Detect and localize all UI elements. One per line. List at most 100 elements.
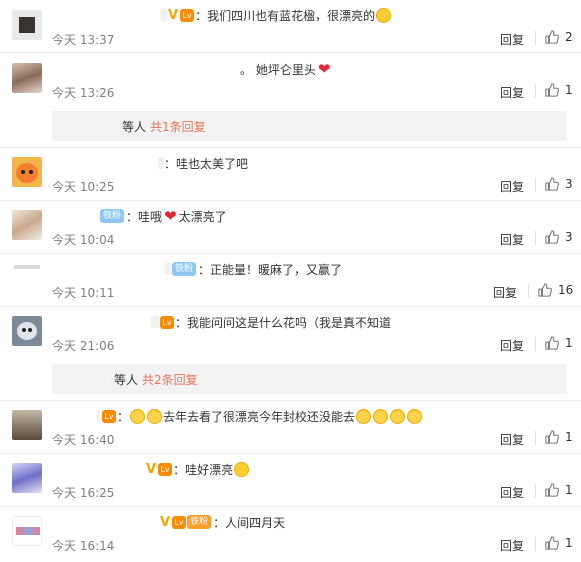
like-count: 1 <box>565 83 573 97</box>
comment-time: 今天 10:04 <box>52 233 115 247</box>
divider <box>535 231 536 245</box>
level-badge-icon: Lv <box>180 8 195 22</box>
thumbs-up-icon <box>545 483 559 497</box>
view-replies-link[interactable]: 共2条回复 <box>142 371 198 388</box>
reply-button[interactable]: 回复 <box>493 284 517 301</box>
reply-button[interactable]: 回复 <box>500 431 524 448</box>
divider <box>535 178 536 192</box>
v-badge-icon: V <box>160 514 171 530</box>
divider <box>535 484 536 498</box>
fan-badge: 铁粉 <box>172 262 197 276</box>
subreply-bar[interactable]: 等人 共1条回复 <box>52 111 567 141</box>
thumbs-up-icon <box>538 283 552 297</box>
comment-time: 今天 21:06 <box>52 339 115 353</box>
like-count: 16 <box>558 283 574 297</box>
thumbs-up-icon <box>545 177 559 191</box>
emoji-icon <box>407 408 423 424</box>
subreply-prefix: 等人 <box>122 119 147 134</box>
thumbs-up-icon <box>545 536 559 550</box>
divider <box>535 31 536 45</box>
v-badge-icon: V <box>146 461 157 477</box>
level-badge-icon: Lv <box>172 515 187 529</box>
reply-button[interactable]: 回复 <box>500 31 524 48</box>
reply-button[interactable]: 回复 <box>500 178 524 195</box>
divider <box>528 284 529 298</box>
username[interactable] <box>160 9 168 21</box>
subreply-bar[interactable]: 等人 共2条回复 <box>52 364 567 394</box>
like-button[interactable]: 16 <box>538 283 573 297</box>
fan-badge: 铁粉 <box>100 209 125 223</box>
divider <box>0 306 581 307</box>
thumbs-up-icon <box>545 30 559 44</box>
comment-text: ：哇好漂亮 <box>173 462 234 477</box>
like-count: 1 <box>565 430 573 444</box>
heart-icon: ❤ <box>317 60 331 78</box>
divider <box>0 506 581 507</box>
thumbs-up-icon <box>545 230 559 244</box>
comment-time: 今天 13:37 <box>52 33 115 47</box>
reply-button[interactable]: 回复 <box>500 484 524 501</box>
comment-text: ：我能问问这是什么花吗（我是真不知道 <box>175 315 392 330</box>
reply-button[interactable]: 回复 <box>500 537 524 554</box>
comment-text-2: 去年去看了很漂亮今年封校还没能去 <box>163 409 356 424</box>
reply-button[interactable]: 回复 <box>500 337 524 354</box>
reply-button[interactable]: 回复 <box>500 84 524 101</box>
comment-text-2: 太漂亮了 <box>178 209 227 224</box>
reply-button[interactable]: 回复 <box>500 231 524 248</box>
emoji-icon <box>147 408 163 424</box>
comment-text: ：人间四月天 <box>213 515 286 530</box>
like-button[interactable]: 1 <box>545 483 573 497</box>
divider <box>0 200 581 201</box>
like-count: 3 <box>565 230 573 244</box>
like-count: 1 <box>565 536 573 550</box>
divider <box>535 431 536 445</box>
emoji-icon <box>376 7 392 23</box>
comment-time: 今天 10:11 <box>52 286 115 300</box>
level-badge-icon: Lv <box>102 409 116 423</box>
like-button[interactable]: 3 <box>545 230 573 244</box>
like-count: 1 <box>565 483 573 497</box>
emoji-icon <box>373 408 389 424</box>
comment-time: 今天 16:14 <box>52 539 115 553</box>
divider <box>535 84 536 98</box>
divider <box>0 400 581 401</box>
divider <box>0 453 581 454</box>
like-button[interactable]: 3 <box>545 177 573 191</box>
comment-text: 。 她坪仑里头 <box>240 62 316 77</box>
emoji-icon <box>234 461 250 477</box>
divider <box>0 253 581 254</box>
divider <box>0 147 581 148</box>
like-button[interactable]: 1 <box>545 536 573 550</box>
thumbs-up-icon <box>545 430 559 444</box>
thumbs-up-icon <box>545 336 559 350</box>
comment-time: 今天 16:40 <box>52 433 115 447</box>
view-replies-link[interactable]: 共1条回复 <box>150 118 206 135</box>
thumbs-up-icon <box>545 83 559 97</box>
level-badge-icon: Lv <box>158 462 173 476</box>
like-count: 1 <box>565 336 573 350</box>
comment-text: ：正能量！暖麻了，又赢了 <box>198 262 343 277</box>
heart-icon: ❤ <box>164 207 177 225</box>
username[interactable] <box>150 316 160 328</box>
emoji-icon <box>130 408 146 424</box>
comment-time: 今天 10:25 <box>52 180 115 194</box>
comment-time: 今天 13:26 <box>52 86 115 100</box>
fan-badge: 铁粉 <box>187 515 212 529</box>
comment-text: ： <box>117 409 130 424</box>
subreply-prefix: 等人 <box>114 372 139 387</box>
like-count: 2 <box>565 30 573 44</box>
divider <box>535 537 536 551</box>
v-badge-icon: V <box>168 7 179 23</box>
comment-text: ：我们四川也有蓝花楹，很漂亮的 <box>195 8 376 23</box>
level-badge-icon: Lv <box>160 315 174 329</box>
like-button[interactable]: 2 <box>545 30 573 44</box>
like-button[interactable]: 1 <box>545 430 573 444</box>
like-button[interactable]: 1 <box>545 83 573 97</box>
like-button[interactable]: 1 <box>545 336 573 350</box>
comment-text: ：哇也太美了吧 <box>164 156 249 171</box>
emoji-icon <box>356 408 372 424</box>
emoji-icon <box>390 408 406 424</box>
divider <box>535 337 536 351</box>
comment-text: ：哇哦 <box>126 209 163 224</box>
username[interactable] <box>164 263 172 275</box>
